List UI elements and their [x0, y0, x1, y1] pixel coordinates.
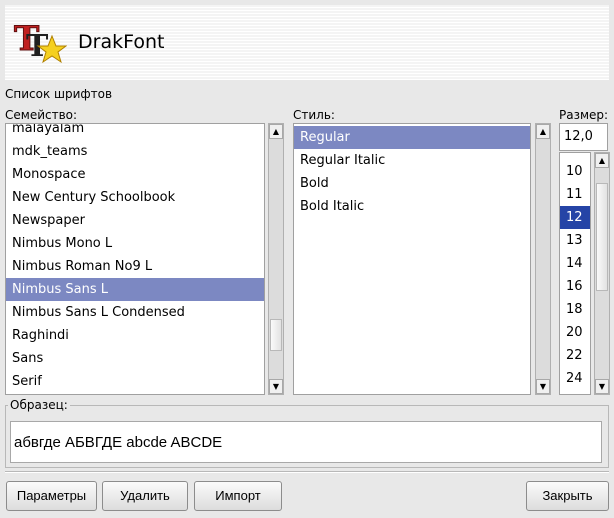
- style-list-item[interactable]: Regular Italic: [294, 149, 530, 172]
- app-title: DrakFont: [78, 31, 165, 53]
- family-list-item[interactable]: Nimbus Sans L: [6, 278, 264, 301]
- family-list-item[interactable]: Raghindi: [6, 324, 264, 347]
- separator: [5, 471, 609, 473]
- scroll-up-icon[interactable]: ▲: [536, 124, 550, 139]
- remove-button[interactable]: Удалить: [102, 481, 188, 511]
- family-list-item[interactable]: Sans: [6, 347, 264, 370]
- size-list-item[interactable]: 10: [560, 160, 590, 183]
- size-input[interactable]: 12,0: [559, 123, 608, 151]
- style-list-item[interactable]: Bold Italic: [294, 195, 530, 218]
- family-list-item[interactable]: mdk_teams: [6, 140, 264, 163]
- sample-label: Образец:: [8, 398, 70, 412]
- family-label: Семейство:: [5, 108, 78, 122]
- size-list-item[interactable]: 9: [560, 153, 590, 160]
- style-scrollbar[interactable]: ▲ ▼: [535, 123, 551, 395]
- style-list-item[interactable]: Bold: [294, 172, 530, 195]
- size-list-item[interactable]: 20: [560, 321, 590, 344]
- family-list-item[interactable]: Nimbus Roman No9 L: [6, 255, 264, 278]
- size-list[interactable]: 910111213141618202224: [559, 152, 591, 395]
- scroll-thumb[interactable]: [270, 319, 282, 351]
- sample-preview: абвгде АБВГДЕ abcde ABCDE: [10, 421, 602, 463]
- size-list-item[interactable]: 16: [560, 275, 590, 298]
- import-button[interactable]: Импорт: [194, 481, 282, 511]
- family-list[interactable]: malayalam mdk_teams Monospace New Century S…: [5, 123, 265, 395]
- size-list-item[interactable]: 14: [560, 252, 590, 275]
- style-list-item[interactable]: Regular: [294, 126, 530, 149]
- scroll-down-icon[interactable]: ▼: [595, 379, 609, 394]
- style-list[interactable]: Regular Regular Italic Bold Bold Italic: [293, 123, 531, 395]
- family-list-item[interactable]: Newspaper: [6, 209, 264, 232]
- options-button[interactable]: Параметры: [6, 481, 97, 511]
- font-list-heading: Список шрифтов: [5, 87, 113, 101]
- size-list-item[interactable]: 12: [560, 206, 590, 229]
- family-list-item[interactable]: New Century Schoolbook: [6, 186, 264, 209]
- drakfont-logo-icon: T T: [14, 19, 67, 64]
- size-list-item[interactable]: 18: [560, 298, 590, 321]
- size-list-item[interactable]: 22: [560, 344, 590, 367]
- scroll-up-icon[interactable]: ▲: [269, 124, 283, 139]
- scroll-down-icon[interactable]: ▼: [536, 379, 550, 394]
- size-list-item[interactable]: 13: [560, 229, 590, 252]
- size-scrollbar[interactable]: ▲ ▼: [594, 152, 610, 395]
- size-list-item[interactable]: 11: [560, 183, 590, 206]
- family-list-item[interactable]: Serif: [6, 370, 264, 393]
- family-list-item[interactable]: Nimbus Mono L: [6, 232, 264, 255]
- size-label: Размер:: [559, 108, 609, 122]
- family-list-item[interactable]: Monospace: [6, 163, 264, 186]
- size-list-item[interactable]: 24: [560, 367, 590, 390]
- family-scrollbar[interactable]: ▲ ▼: [268, 123, 284, 395]
- scroll-up-icon[interactable]: ▲: [595, 153, 609, 168]
- scroll-down-icon[interactable]: ▼: [269, 379, 283, 394]
- family-list-item[interactable]: Nimbus Sans L Condensed: [6, 301, 264, 324]
- style-label: Стиль:: [293, 108, 335, 122]
- scroll-thumb[interactable]: [596, 183, 608, 291]
- close-button[interactable]: Закрыть: [526, 481, 609, 511]
- family-list-item[interactable]: malayalam: [6, 124, 264, 140]
